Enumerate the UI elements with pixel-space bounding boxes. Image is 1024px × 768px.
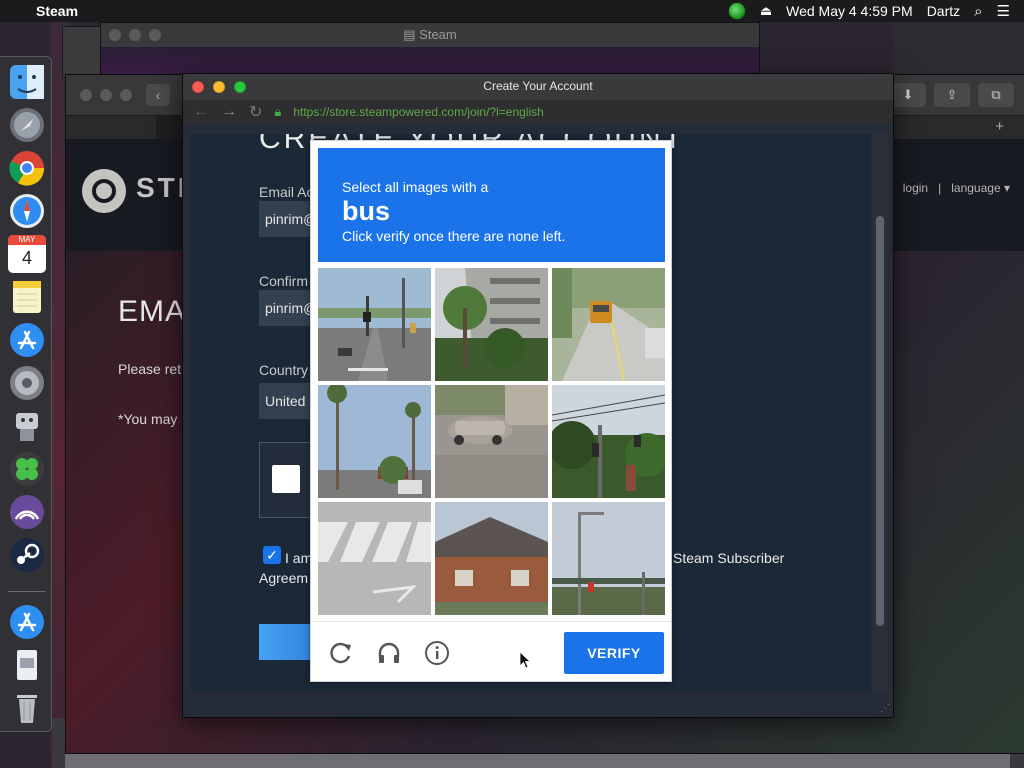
dock-separator: [8, 591, 46, 592]
brick-building-image: [435, 502, 548, 615]
captcha-checkbox[interactable]: [272, 465, 300, 493]
trash-icon[interactable]: [8, 689, 46, 727]
captcha-tile-7[interactable]: [318, 502, 431, 615]
captcha-target-word: bus: [342, 196, 391, 226]
list-icon[interactable]: ☰: [997, 2, 1010, 20]
search-icon[interactable]: ⌕: [974, 3, 982, 20]
back-arrow-icon[interactable]: ←: [193, 103, 209, 121]
country-label: Country: [259, 362, 309, 378]
system-preferences-icon[interactable]: [8, 364, 46, 402]
captcha-tile-4[interactable]: [318, 385, 431, 498]
subscriber-agreement-link[interactable]: Steam Subscriber: [673, 550, 784, 566]
captcha-prompt: Select all images with a bus Click verif…: [318, 148, 665, 262]
window-controls: [66, 89, 132, 101]
forward-arrow-icon[interactable]: →: [221, 103, 237, 121]
captcha-prompt-line: Select all images with a: [342, 179, 489, 195]
palm-building-image: [435, 268, 548, 381]
calendar-month: MAY: [8, 235, 46, 245]
store-info-text: Please ret: [118, 361, 182, 377]
palm-street-image: [318, 385, 431, 498]
chrome-icon[interactable]: [8, 149, 46, 187]
steam-icon[interactable]: [8, 536, 46, 574]
eject-icon[interactable]: ⏏: [760, 3, 772, 19]
background-steam-title: ▤ Steam: [403, 27, 457, 42]
app-menu[interactable]: Steam: [36, 3, 78, 19]
clock[interactable]: Wed May 4 4:59 PM: [786, 3, 913, 19]
parked-car-image: [435, 385, 548, 498]
streetlight-signal-image: [552, 502, 665, 615]
mouse-cursor-icon: [519, 651, 531, 669]
language-link[interactable]: language ▾: [951, 181, 1010, 195]
headphones-icon[interactable]: [376, 640, 402, 666]
url-text[interactable]: https://store.steampowered.com/join/?l=e…: [293, 105, 543, 119]
crosswalk-image: [318, 502, 431, 615]
notes-icon[interactable]: [8, 278, 46, 316]
store-section-heading: EMA: [118, 295, 187, 328]
window-titlebar[interactable]: Create Your Account: [183, 74, 893, 100]
email-label: Email Ac: [259, 184, 314, 200]
clover-icon[interactable]: [8, 450, 46, 488]
captcha-tile-6[interactable]: [552, 385, 665, 498]
download-icon[interactable]: ⬇: [890, 83, 926, 107]
page-scrollbar[interactable]: [873, 134, 887, 691]
resize-handle-icon[interactable]: ⋰: [880, 703, 890, 714]
verify-button[interactable]: VERIFY: [564, 632, 664, 674]
confirm-email-label: Confirm: [259, 273, 309, 289]
captcha-tile-9[interactable]: [552, 502, 665, 615]
user-menu[interactable]: Dartz: [927, 3, 960, 19]
captcha-footer: VERIFY: [311, 621, 671, 681]
tabs-icon[interactable]: ⧉: [978, 83, 1014, 107]
background-steam-titlebar[interactable]: ▤ Steam: [101, 23, 759, 47]
road-intersection-image: [318, 268, 431, 381]
app-store-icon[interactable]: [8, 603, 46, 641]
captcha-challenge-popup: Select all images with a bus Click verif…: [310, 140, 672, 682]
info-icon[interactable]: [424, 640, 450, 666]
document-icon[interactable]: [8, 646, 46, 684]
nav-separator: |: [938, 181, 942, 195]
captcha-instruction: Click verify once there are none left.: [342, 228, 566, 244]
store-account-nav: login | language ▾: [903, 181, 1010, 195]
refresh-icon[interactable]: [328, 640, 354, 666]
chevron-down-icon: ▾: [1003, 181, 1010, 195]
transmission-icon[interactable]: [8, 493, 46, 531]
captcha-image-grid: [318, 268, 665, 615]
road-bus-image: [552, 268, 665, 381]
dock: MAY 4: [0, 56, 52, 732]
scrollbar-thumb[interactable]: [876, 216, 884, 626]
captcha-tile-1[interactable]: [318, 268, 431, 381]
captcha-tile-8[interactable]: [435, 502, 548, 615]
background-steam-window[interactable]: ▤ Steam: [100, 22, 760, 80]
calendar-day: 4: [21, 248, 32, 268]
share-icon[interactable]: ⇪: [934, 83, 970, 107]
store-note-text: *You may: [118, 411, 178, 427]
safari-icon[interactable]: [8, 192, 46, 230]
calendar-icon[interactable]: MAY 4: [8, 235, 46, 273]
background-window-edge: [62, 26, 102, 78]
agree-text-continued: Agreem: [259, 570, 309, 586]
window-title: Create Your Account: [483, 79, 593, 93]
desktop-wallpaper-strip: [65, 752, 1010, 768]
login-link[interactable]: login: [903, 181, 928, 195]
status-indicator-icon[interactable]: [727, 2, 746, 20]
captcha-tile-2[interactable]: [435, 268, 548, 381]
finder-icon[interactable]: [8, 63, 46, 101]
menu-bar-extras: ⏏ Wed May 4 4:59 PM Dartz ⌕ ☰: [727, 0, 1024, 22]
document-icon: ▤: [403, 27, 416, 42]
back-arrow-icon[interactable]: ‹: [146, 84, 170, 106]
steam-logo-icon[interactable]: [82, 169, 126, 213]
reload-icon[interactable]: ↻: [249, 102, 262, 122]
traffic-lights-image: [552, 385, 665, 498]
new-tab-icon[interactable]: +: [995, 118, 1004, 135]
captcha-tile-5[interactable]: [435, 385, 548, 498]
captcha-tile-3[interactable]: [552, 268, 665, 381]
launchpad-icon[interactable]: [8, 106, 46, 144]
app-store-icon[interactable]: [8, 321, 46, 359]
agree-text: I am: [285, 550, 313, 566]
menu-bar: Steam ⏏ Wed May 4 4:59 PM Dartz ⌕ ☰: [0, 0, 1024, 22]
lock-icon: 🔒︎: [274, 104, 282, 119]
store-toolbar-buttons: ⬇ ⇪ ⧉: [890, 83, 1024, 107]
agree-checkbox[interactable]: ✓: [263, 546, 281, 564]
automator-icon[interactable]: [8, 407, 46, 445]
address-bar: ← → ↻ 🔒︎ https://store.steampowered.com/…: [183, 100, 893, 124]
